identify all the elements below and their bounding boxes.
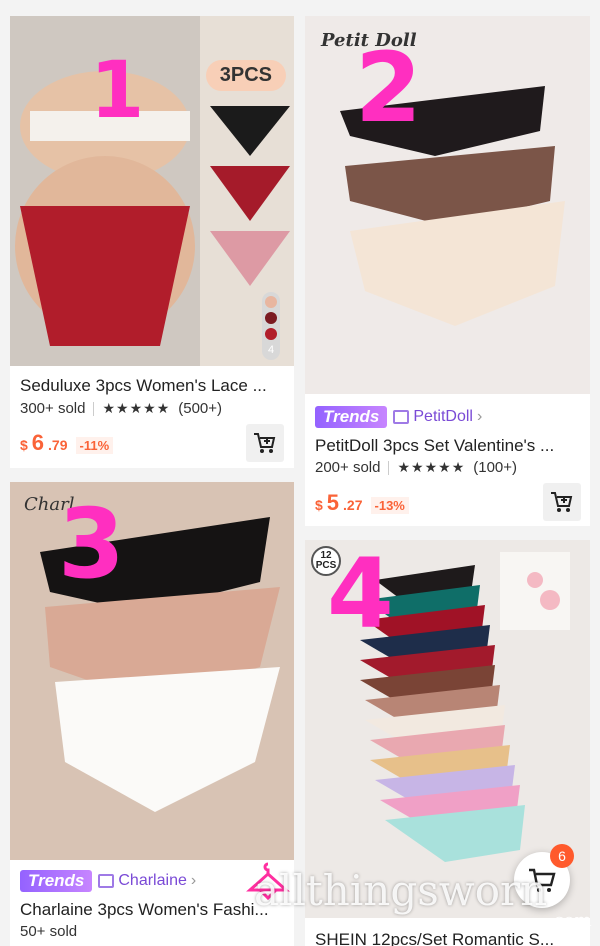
thumb-3[interactable]	[265, 328, 277, 340]
sold-count: 300+ sold	[20, 400, 86, 417]
trend-store-row[interactable]: Trends Charlaine ›	[20, 870, 196, 892]
chevron-right-icon: ›	[190, 872, 197, 889]
divider	[93, 401, 95, 416]
price-decimal: .27	[343, 497, 363, 513]
price-integer: 5	[326, 490, 340, 515]
brand-watermark: Charl	[24, 494, 75, 515]
chevron-right-icon: ›	[476, 408, 483, 425]
brand-watermark: Petit Doll	[321, 30, 417, 51]
pack-count-badge: 12 PCS	[311, 546, 341, 576]
price: $5.27 -13%	[315, 490, 409, 516]
add-cart-icon	[551, 492, 573, 512]
sales-rating-row: 300+ sold ★★★★★ (500+)	[20, 400, 222, 417]
pack-count-badge: 3PCS	[205, 60, 286, 91]
store-icon	[98, 874, 115, 888]
review-count: (100+)	[473, 459, 518, 476]
product-grid: 3PCS 4 1 Seduluxe 3pcs Women's Lace ... …	[0, 0, 600, 946]
store-name: Charlaine	[118, 872, 187, 889]
add-to-cart-button[interactable]	[246, 424, 284, 462]
product-image[interactable]	[10, 482, 294, 860]
discount-badge: -11%	[75, 437, 114, 454]
product-title[interactable]: SHEIN 12pcs/Set Romantic S...	[315, 930, 585, 946]
currency: $	[20, 437, 28, 453]
price-integer: 6	[31, 430, 45, 455]
store-link[interactable]: PetitDoll ›	[393, 408, 482, 426]
hanger-logo-icon	[246, 862, 290, 900]
product-title[interactable]: PetitDoll 3pcs Set Valentine's ...	[315, 436, 585, 456]
cart-icon	[529, 868, 556, 892]
product-title[interactable]: Charlaine 3pcs Women's Fashi...	[20, 900, 290, 920]
add-cart-icon	[254, 433, 276, 453]
sales-rating-row: 200+ sold ★★★★★ (100+)	[315, 459, 517, 476]
add-to-cart-button[interactable]	[543, 483, 581, 521]
trend-store-row[interactable]: Trends PetitDoll ›	[315, 406, 482, 428]
image-thumbnails[interactable]: 4	[262, 292, 280, 360]
thumb-2[interactable]	[265, 312, 277, 324]
floating-cart-button[interactable]: 6	[514, 844, 574, 908]
thumb-1[interactable]	[265, 296, 277, 308]
site-watermark-suffix: .com	[548, 910, 592, 931]
sold-count: 50+ sold	[20, 923, 78, 940]
store-link[interactable]: Charlaine ›	[98, 872, 196, 890]
divider	[388, 460, 390, 475]
review-count: (500+)	[178, 400, 223, 417]
currency: $	[315, 497, 323, 513]
product-image[interactable]	[305, 16, 590, 394]
product-card[interactable]: Charl 3 Trends Charlaine › Charlaine 3pc…	[10, 482, 294, 946]
store-icon	[393, 410, 410, 424]
rating-stars-icon: ★★★★★	[397, 459, 466, 475]
sales-rating-row: 50+ sold	[20, 923, 77, 940]
product-card[interactable]: Petit Doll 2 Trends PetitDoll › PetitDol…	[305, 16, 590, 526]
trends-badge: Trends	[315, 406, 388, 428]
product-card[interactable]: 3PCS 4 1 Seduluxe 3pcs Women's Lace ... …	[10, 16, 294, 468]
price: $6.79 -11%	[20, 430, 114, 456]
image-count: 4	[267, 344, 275, 356]
rating-stars-icon: ★★★★★	[102, 400, 171, 416]
discount-badge: -13%	[370, 497, 409, 514]
sold-count: 200+ sold	[315, 459, 381, 476]
product-title[interactable]: Seduluxe 3pcs Women's Lace ...	[20, 376, 290, 396]
trends-badge: Trends	[20, 870, 93, 892]
store-name: PetitDoll	[413, 408, 473, 425]
price-decimal: .79	[48, 437, 68, 453]
cart-count-badge: 6	[550, 844, 574, 868]
